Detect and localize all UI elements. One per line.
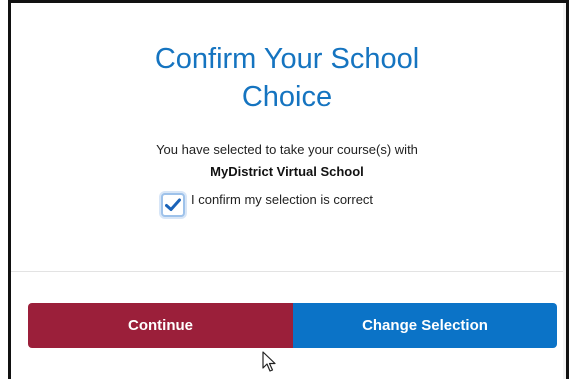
dialog-title-line-1: Confirm Your School (154, 43, 420, 75)
selection-message: You have selected to take your course(s)… (156, 142, 418, 157)
selected-school-name: MyDistrict Virtual School (210, 164, 364, 179)
confirm-selection-checkbox[interactable] (161, 193, 185, 217)
mouse-pointer-icon (262, 351, 276, 372)
change-selection-button[interactable]: Change Selection (293, 303, 557, 348)
screen: Confirm Your School Choice You have sele… (0, 0, 569, 379)
checkmark-icon (165, 198, 181, 211)
continue-button[interactable]: Continue (28, 303, 293, 348)
background-left-edge (0, 0, 8, 379)
dialog-title: Confirm Your School Choice (11, 40, 563, 116)
confirm-school-dialog: Confirm Your School Choice You have sele… (11, 3, 563, 379)
dialog-title-line-2: Choice (241, 81, 333, 113)
dialog-divider (11, 271, 563, 272)
confirm-selection-row[interactable]: I confirm my selection is correct (161, 190, 373, 218)
confirm-selection-label: I confirm my selection is correct (191, 192, 374, 207)
